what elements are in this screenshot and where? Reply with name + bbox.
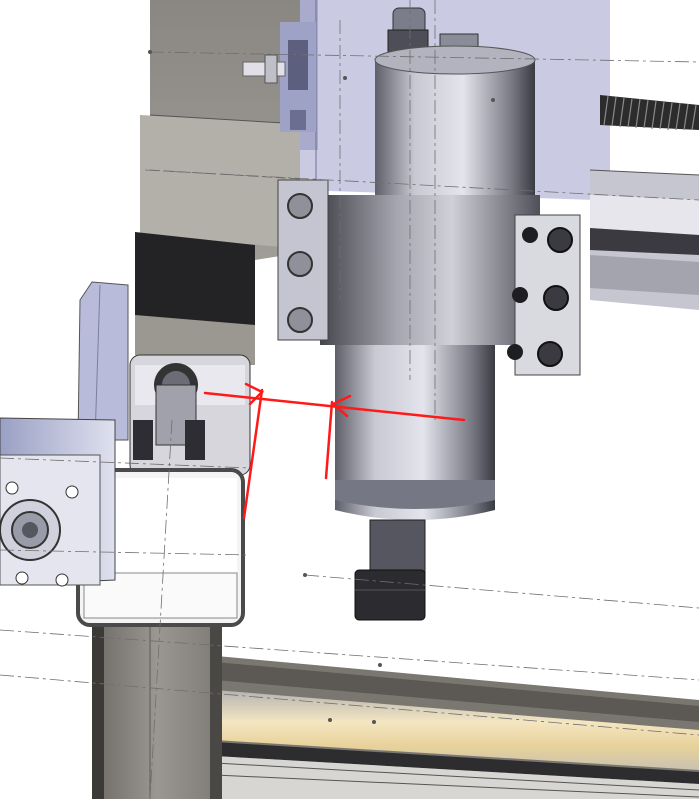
bolt-hole	[537, 341, 563, 367]
bolt-hole	[287, 307, 313, 333]
linear-bearing[interactable]	[129, 354, 251, 476]
spindle-clamp-left[interactable]	[277, 179, 329, 341]
bolt-hole	[512, 287, 528, 303]
spindle-clamp-right[interactable]	[507, 214, 581, 376]
bolt-hole	[543, 285, 569, 311]
bolt-hole	[547, 227, 573, 253]
bolt-hole	[287, 251, 313, 277]
bolt-hole	[522, 227, 538, 243]
bolt-hole	[507, 344, 523, 360]
stepper-motor[interactable]	[0, 417, 116, 587]
bolt-hole	[287, 193, 313, 219]
side-bracket[interactable]	[77, 281, 129, 441]
linear-rail[interactable]	[589, 169, 699, 310]
cad-viewport[interactable]: ?	[0, 0, 699, 799]
